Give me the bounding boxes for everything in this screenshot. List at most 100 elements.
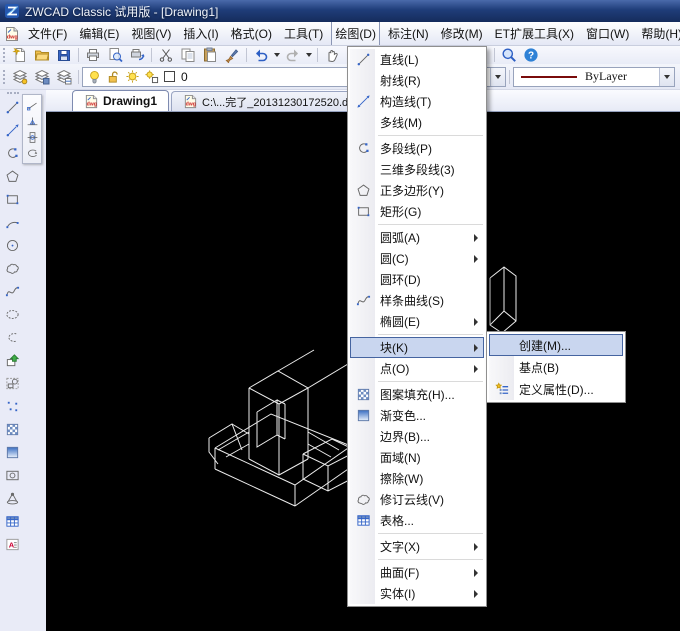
orbit-button[interactable] xyxy=(25,146,40,160)
layer-combo-caret-icon[interactable] xyxy=(490,68,505,86)
toolbar-grip[interactable] xyxy=(3,48,6,62)
freeze-icon[interactable] xyxy=(143,69,160,85)
bulb-icon[interactable] xyxy=(86,69,103,85)
polygon-tool-button[interactable] xyxy=(3,168,22,185)
draw-menu-item-point[interactable]: 点(O) xyxy=(350,358,484,379)
line-tool-button[interactable] xyxy=(3,99,22,116)
draw-menu-item-hatch[interactable]: 图案填充(H)... xyxy=(350,384,484,405)
redo-dropdown-caret-icon[interactable] xyxy=(304,46,314,64)
cone-tool-button[interactable] xyxy=(3,490,22,507)
menubar-item-tools[interactable]: 工具(T) xyxy=(280,22,327,46)
draw-menu-item-text[interactable]: 文字(X) xyxy=(350,536,484,557)
draw-menu-item-line[interactable]: 直线(L) xyxy=(350,49,484,70)
snap-center-button[interactable] xyxy=(25,130,40,144)
toolbar-grip[interactable] xyxy=(3,70,6,84)
ellipse-tool-button[interactable] xyxy=(3,306,22,323)
draw-menu-item-wipeout[interactable]: 擦除(W) xyxy=(350,468,484,489)
make-block-tool-button[interactable] xyxy=(3,375,22,392)
menu-item-label: 射线(R) xyxy=(376,72,421,89)
pan-icon[interactable] xyxy=(321,46,343,64)
format-painter-icon[interactable] xyxy=(221,46,243,64)
draw-menu-item-donut[interactable]: 圆环(D) xyxy=(350,269,484,290)
menubar-item-insert[interactable]: 插入(I) xyxy=(179,22,222,46)
draw-menu-item-revision-cloud[interactable]: 修订云线(V) xyxy=(350,489,484,510)
copy-icon[interactable] xyxy=(177,46,199,64)
insert-block-tool-button[interactable] xyxy=(3,352,22,369)
layer-translate-icon[interactable] xyxy=(53,68,75,86)
menu-item-label: 圆环(D) xyxy=(376,271,421,288)
hatch-tool-button[interactable] xyxy=(3,421,22,438)
menubar-item-window[interactable]: 窗口(W) xyxy=(582,22,633,46)
print-preview-icon[interactable] xyxy=(104,46,126,64)
rectangle-tool-button[interactable] xyxy=(3,191,22,208)
draw-menu-item-ray[interactable]: 射线(R) xyxy=(350,70,484,91)
document-tab-0[interactable]: dwgDrawing1 xyxy=(72,90,169,111)
menubar-item-modify[interactable]: 修改(M) xyxy=(437,22,487,46)
draw-menu-item-rectangle[interactable]: 矩形(G) xyxy=(350,201,484,222)
undo-dropdown-caret-icon[interactable] xyxy=(272,46,282,64)
plot-preview-icon[interactable] xyxy=(126,46,148,64)
region-tool-button[interactable] xyxy=(3,467,22,484)
draw-menu-item-region[interactable]: 面域(N) xyxy=(350,447,484,468)
block-submenu-item-define-attributes[interactable]: 定义属性(D)... xyxy=(489,378,623,400)
block-submenu-item-create[interactable]: 创建(M)... xyxy=(489,334,623,356)
draw-menu-item-spline[interactable]: 样条曲线(S) xyxy=(350,290,484,311)
spline-tool-button[interactable] xyxy=(3,283,22,300)
menubar-item-file[interactable]: 文件(F) xyxy=(24,22,71,46)
print-icon[interactable] xyxy=(82,46,104,64)
ellipse-arc-tool-button[interactable] xyxy=(3,329,22,346)
arc-tool-button[interactable] xyxy=(3,214,22,231)
draw-menu-item-3d-polyline[interactable]: 三维多段线(3) xyxy=(350,159,484,180)
draw-menu-item-construction-line[interactable]: 构造线(T) xyxy=(350,91,484,112)
layer-properties-icon[interactable] xyxy=(9,68,31,86)
circle-tool-button[interactable] xyxy=(3,237,22,254)
draw-menu-item-solid[interactable]: 实体(I) xyxy=(350,583,484,604)
toolbar-grip[interactable] xyxy=(7,92,19,96)
layer-states-icon[interactable] xyxy=(31,68,53,86)
linetype-combo[interactable]: ByLayer xyxy=(513,67,675,87)
menubar-item-view[interactable]: 视图(V) xyxy=(127,22,175,46)
draw-menu-item-surface[interactable]: 曲面(F) xyxy=(350,562,484,583)
menubar-item-format[interactable]: 格式(O) xyxy=(227,22,276,46)
menubar-item-draw[interactable]: 绘图(D) xyxy=(331,22,380,46)
draw-menu-item-arc[interactable]: 圆弧(A) xyxy=(350,227,484,248)
mtext-tool-button[interactable]: A xyxy=(3,536,22,553)
pline-tool-button[interactable] xyxy=(3,145,22,162)
save-icon[interactable] xyxy=(53,46,75,64)
draw-menu-item-circle[interactable]: 圆(C) xyxy=(350,248,484,269)
new-file-icon[interactable] xyxy=(9,46,31,64)
gradient-tool-button[interactable] xyxy=(3,444,22,461)
menubar-item-edit[interactable]: 编辑(E) xyxy=(75,22,123,46)
snap-endpoint-button[interactable] xyxy=(25,98,40,112)
menubar-item-express[interactable]: ET扩展工具(X) xyxy=(491,22,578,46)
draw-menu-item-ellipse[interactable]: 椭圆(E) xyxy=(350,311,484,332)
draw-menu-item-table[interactable]: 表格... xyxy=(350,510,484,531)
revcloud-tool-button[interactable] xyxy=(3,260,22,277)
cut-icon[interactable] xyxy=(155,46,177,64)
sun-icon[interactable] xyxy=(124,69,141,85)
menubar-item-dimension[interactable]: 标注(N) xyxy=(384,22,433,46)
table-tool-button[interactable] xyxy=(3,513,22,530)
snap-midpoint-button[interactable] xyxy=(25,114,40,128)
point-tool-button[interactable] xyxy=(3,398,22,415)
draw-menu-item-boundary[interactable]: 边界(B)... xyxy=(350,426,484,447)
draw-menu-item-polygon[interactable]: 正多边形(Y) xyxy=(350,180,484,201)
block-submenu-item-base-point[interactable]: 基点(B) xyxy=(489,356,623,378)
paste-icon[interactable] xyxy=(199,46,221,64)
draw-menu-item-multiline[interactable]: 多线(M) xyxy=(350,112,484,133)
search-icon[interactable] xyxy=(498,46,520,64)
ray-tool-button[interactable] xyxy=(3,122,22,139)
draw-menu-item-block[interactable]: 块(K) xyxy=(350,337,484,358)
unlock-icon[interactable] xyxy=(105,69,122,85)
menubar-item-help[interactable]: 帮助(H) xyxy=(637,22,680,46)
hatch-icon xyxy=(351,387,376,402)
undo-icon[interactable] xyxy=(250,46,272,64)
redo-icon[interactable] xyxy=(282,46,304,64)
document-tab-1[interactable]: dwgC:\...完了_20131230172520.dwg xyxy=(171,91,374,111)
draw-menu-item-polyline[interactable]: 多段线(P) xyxy=(350,138,484,159)
draw-menu-item-gradient[interactable]: 渐变色... xyxy=(350,405,484,426)
layer-color-swatch xyxy=(164,71,175,82)
linetype-combo-caret-icon[interactable] xyxy=(659,68,674,86)
help-icon[interactable]: ? xyxy=(520,46,542,64)
open-folder-icon[interactable] xyxy=(31,46,53,64)
